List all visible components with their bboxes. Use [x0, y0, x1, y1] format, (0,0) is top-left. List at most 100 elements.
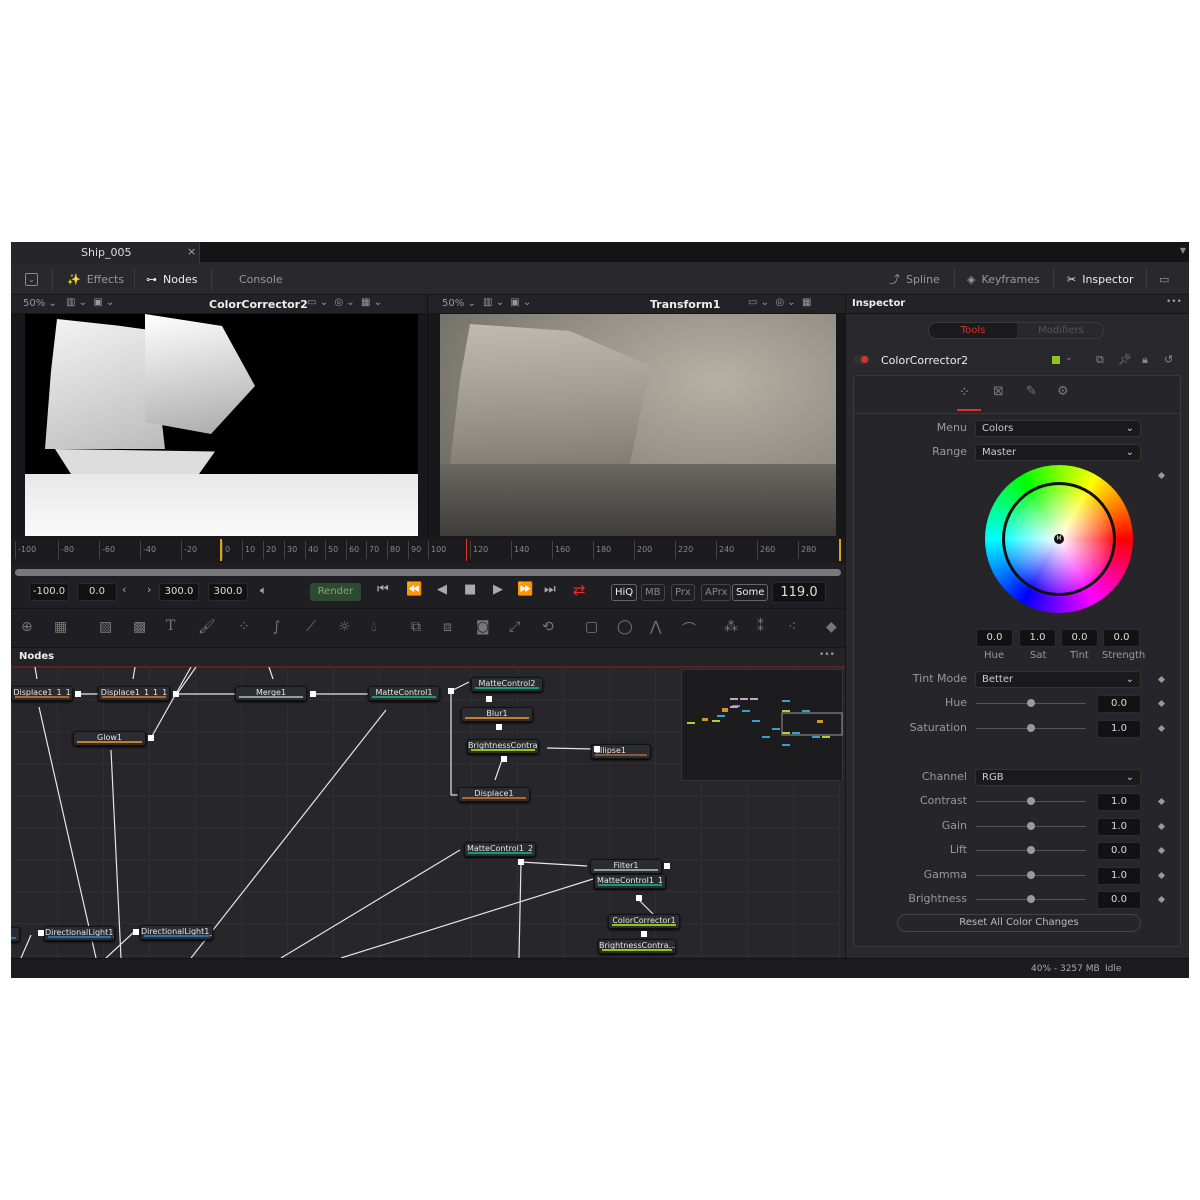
reset-all-color-changes-button[interactable]: Reset All Color Changes [897, 914, 1141, 932]
resize-icon[interactable]: ⤢ [509, 619, 520, 635]
rewind-icon[interactable]: ⏪ [406, 582, 422, 597]
slider-track[interactable] [976, 797, 1086, 805]
keyframe-icon[interactable] [1157, 822, 1166, 830]
node-brightnesscontrast[interactable]: BrightnessContra... [467, 739, 539, 754]
loop-icon[interactable]: ⇄ [573, 581, 586, 599]
output-port[interactable] [38, 930, 44, 936]
tab-tools[interactable]: Tools [929, 323, 1017, 338]
render-start-marker[interactable] [220, 539, 222, 561]
hiq-toggle[interactable]: HiQ [611, 584, 638, 601]
particle-emitter-icon[interactable]: ⁂ [724, 619, 738, 635]
particle-style-icon[interactable]: ⁖ [788, 619, 796, 635]
slider-value-field[interactable]: 0.0 [1097, 891, 1141, 910]
channel-booleans-icon[interactable]: 💧︎ [371, 619, 377, 635]
node-mattecontrol1-2[interactable]: MatteControl1_2 [464, 842, 536, 857]
matte-control-icon[interactable]: ⧉ [411, 619, 421, 635]
output-port[interactable] [173, 691, 179, 697]
saver-icon[interactable]: ▦ [54, 619, 67, 635]
wheel-tint-field[interactable]: 0.0 [1061, 629, 1098, 647]
node-displace1-1-1-1[interactable]: Displace1_1_1_1 [98, 686, 170, 701]
current-frame-field[interactable]: 119.0 [772, 582, 826, 603]
output-port[interactable] [496, 724, 502, 730]
background-icon[interactable]: ▧ [99, 619, 112, 635]
console-button[interactable]: Console [239, 263, 283, 295]
render-end-marker[interactable] [839, 539, 841, 561]
keyframe-icon[interactable] [1157, 699, 1166, 708]
range-dropdown[interactable]: Master ⌄ [975, 444, 1141, 461]
output-port[interactable] [518, 859, 524, 865]
slider-value-field[interactable]: 0.0 [1097, 695, 1141, 713]
playhead[interactable] [466, 539, 467, 561]
slider-value-field[interactable]: 1.0 [1097, 719, 1141, 738]
wheel-strength-field[interactable]: 0.0 [1103, 629, 1140, 647]
play-reverse-icon[interactable]: ◀ [437, 582, 447, 597]
bspline-mask-icon[interactable]: ⌒ [682, 619, 696, 639]
chevron-down-icon[interactable]: ▼ [1180, 246, 1186, 255]
stop-icon[interactable]: ■ [464, 582, 476, 597]
node-mattecontrol1[interactable]: MatteControl1 [368, 686, 440, 701]
keyframe-icon[interactable] [1157, 724, 1166, 732]
chevron-right-icon[interactable]: › [147, 583, 151, 596]
viewer-tools-icon[interactable]: ▭ ⌄ ◎ ⌄ ▦ [748, 297, 811, 308]
ellipse-mask-icon[interactable]: ◯ [617, 619, 633, 635]
go-to-start-icon[interactable]: ⏮ [377, 582, 389, 597]
go-to-end-icon[interactable]: ⏭ [544, 582, 556, 597]
global-end-field[interactable]: 300.0 [208, 583, 248, 601]
spline-button[interactable]: ⤴ Spline [889, 263, 940, 295]
output-port[interactable] [310, 691, 316, 697]
node-partial[interactable] [11, 927, 20, 942]
slider-value-field[interactable]: 1.0 [1097, 866, 1141, 885]
chevron-left-icon[interactable]: ‹ [122, 583, 126, 596]
slider-handle[interactable] [1027, 846, 1035, 855]
toggle-panel-button[interactable]: ⌄ [25, 263, 38, 295]
text-icon[interactable]: T [166, 618, 175, 634]
left-viewer[interactable] [11, 314, 426, 537]
wheel-sat-field[interactable]: 1.0 [1019, 629, 1056, 647]
slider-handle[interactable] [1027, 870, 1035, 879]
node-blur1[interactable]: Blur1 [461, 707, 533, 722]
menu-dropdown[interactable]: Colors ⌄ [975, 420, 1141, 437]
node-brightnesscontrast-2[interactable]: BrightnessContra... [598, 939, 676, 954]
effects-button[interactable]: ✨ Effects [67, 263, 124, 295]
versions-icon[interactable]: ⧉ [1096, 353, 1104, 367]
node-displace1-1-1[interactable]: Displace1_1_1 [11, 686, 73, 701]
more-options-icon[interactable]: ••• [1166, 297, 1182, 307]
output-port[interactable] [486, 696, 492, 702]
keyframe-icon[interactable] [1157, 471, 1166, 480]
slider-track[interactable] [976, 846, 1086, 855]
pin-icon[interactable]: 📌︎ [1118, 353, 1132, 366]
wheel-hue-field[interactable]: 0.0 [976, 629, 1013, 647]
zoom-dropdown[interactable]: 50% ⌄ [442, 298, 476, 309]
fullscreen-button[interactable]: ▭ [1159, 263, 1169, 295]
proxy-toggle[interactable]: Prx [671, 584, 695, 601]
slider-handle[interactable] [1027, 895, 1035, 904]
node-directionallight1-2[interactable]: DirectionalLight1_... [140, 925, 213, 940]
more-options-icon[interactable]: ••• [819, 650, 835, 660]
loader-icon[interactable]: ⊕ [21, 619, 33, 635]
render-button[interactable]: Render [310, 583, 361, 601]
chevron-down-icon[interactable]: ⌄ [1065, 353, 1073, 363]
node-mattecontrol1-1[interactable]: MatteControl1_1 [594, 874, 666, 889]
paint-icon[interactable]: 🖌︎ [198, 619, 216, 635]
tool-color-swatch[interactable] [1052, 356, 1060, 364]
slider-value-field[interactable]: 0.0 [1097, 842, 1141, 861]
motion-blur-toggle[interactable]: MB [641, 584, 665, 601]
slider-track[interactable] [976, 699, 1086, 707]
speaker-icon[interactable]: 🔈︎ [260, 583, 267, 598]
slider-value-field[interactable]: 1.0 [1097, 817, 1141, 836]
node-mattecontrol2[interactable]: MatteControl2 [471, 677, 543, 692]
slider-handle[interactable] [1027, 821, 1035, 830]
slider-handle[interactable] [1027, 723, 1035, 732]
nodes-button[interactable]: ⊶ Nodes [146, 263, 197, 295]
blur-icon[interactable]: ◙ [476, 619, 490, 635]
color-wheel[interactable]: M [985, 465, 1133, 613]
auto-proxy-toggle[interactable]: APrx [701, 584, 732, 601]
slider-track[interactable] [976, 723, 1086, 732]
merge-icon[interactable]: ⧈ [443, 619, 452, 635]
rectangle-mask-icon[interactable]: ▢ [585, 619, 598, 635]
output-port[interactable] [664, 863, 670, 869]
global-start-field[interactable]: -100.0 [29, 583, 69, 601]
output-port[interactable] [75, 691, 81, 697]
ranges-tab-icon[interactable]: ✎ [1026, 384, 1037, 399]
color-corrector-icon[interactable]: ⁘ [238, 619, 250, 635]
